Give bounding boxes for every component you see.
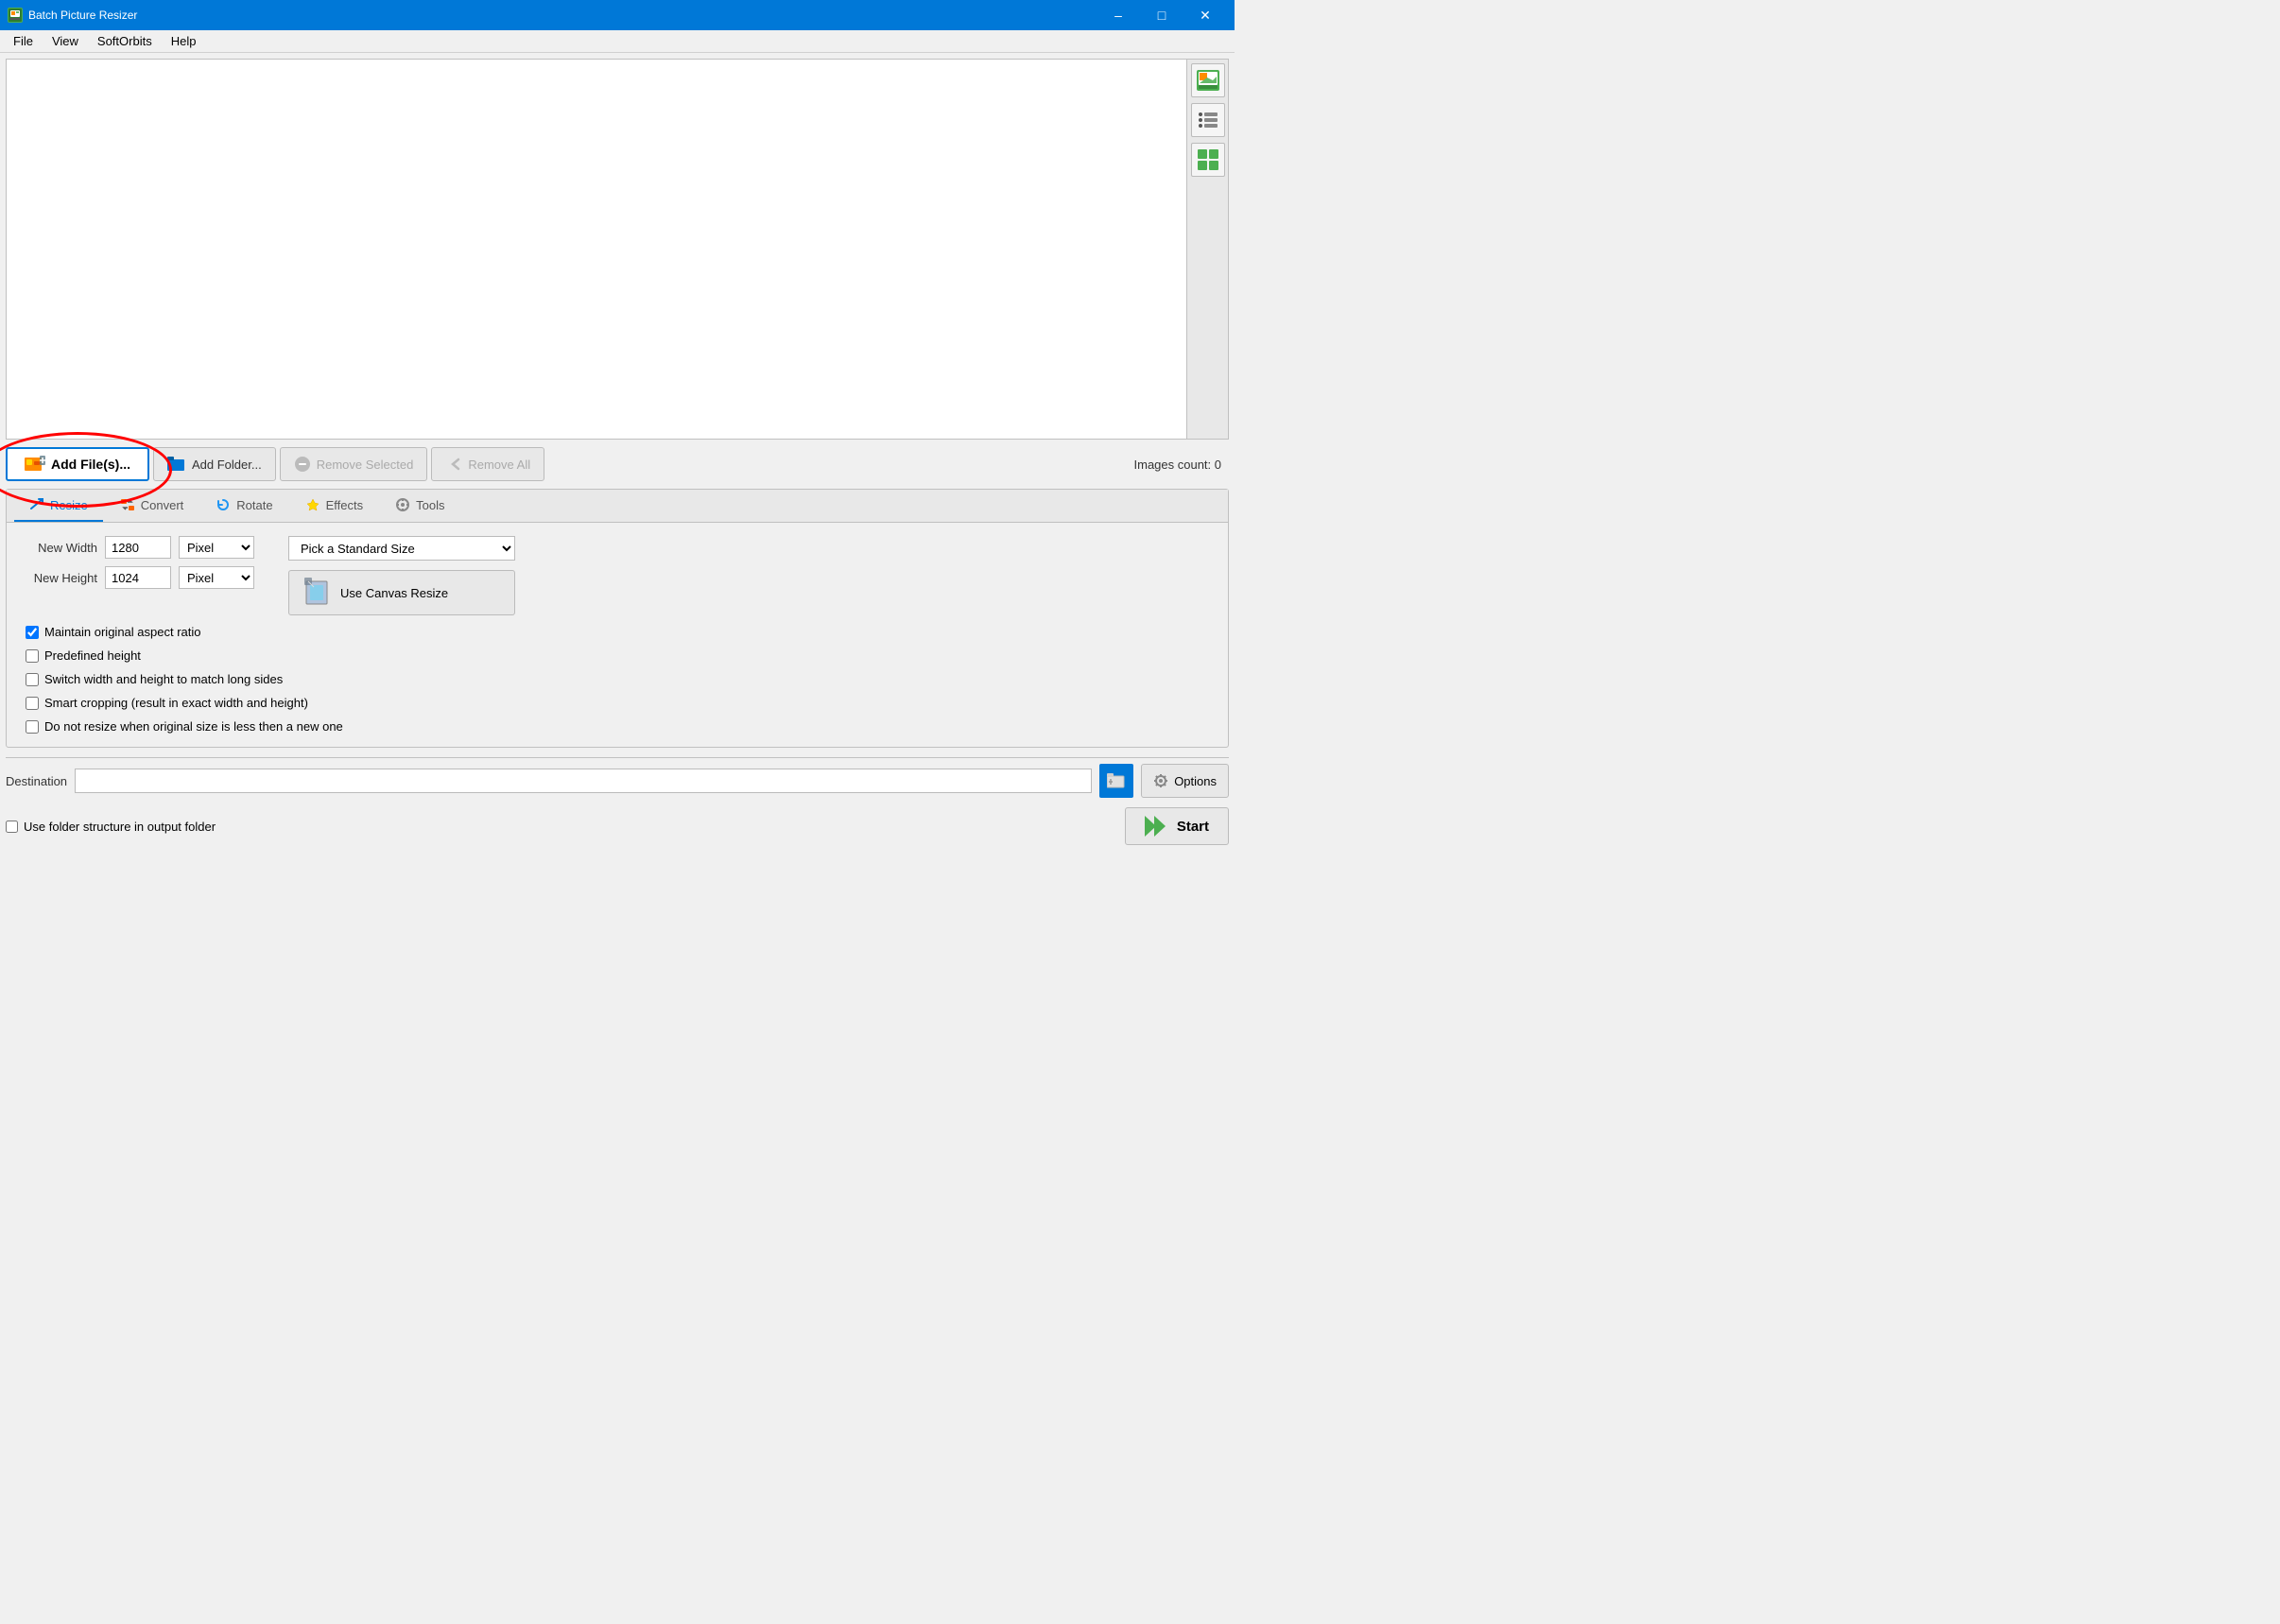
add-folder-icon — [167, 457, 186, 472]
do-not-resize-row: Do not resize when original size is less… — [22, 719, 1213, 734]
switch-dimensions-label: Switch width and height to match long si… — [44, 672, 283, 686]
remove-selected-icon — [294, 456, 311, 473]
destination-label: Destination — [6, 774, 67, 788]
width-unit-select[interactable]: Pixel Percent Centimeter Inch — [179, 536, 254, 559]
smart-cropping-row: Smart cropping (result in exact width an… — [22, 696, 1213, 710]
preview-area — [6, 59, 1229, 440]
images-count: Images count: 0 — [1134, 458, 1230, 472]
tabs-row: Resize Convert Rotate — [7, 490, 1228, 523]
preview-sidebar — [1186, 60, 1228, 439]
destination-input[interactable] — [75, 769, 1092, 793]
folder-structure-label: Use folder structure in output folder — [24, 820, 216, 834]
dims-and-standard: New Width Pixel Percent Centimeter Inch — [22, 536, 1213, 615]
switch-dimensions-row: Switch width and height to match long si… — [22, 672, 1213, 686]
add-file-icon — [25, 456, 45, 473]
main-container: Add File(s)... Add Folder... Remove Sele… — [0, 53, 1235, 851]
toolbar: Add File(s)... Add Folder... Remove Sele… — [6, 443, 1229, 485]
effects-tab-icon — [305, 497, 320, 512]
tab-tools[interactable]: Tools — [380, 490, 459, 522]
options-button[interactable]: Options — [1141, 764, 1229, 798]
add-folder-label: Add Folder... — [192, 458, 262, 472]
add-files-label: Add File(s)... — [51, 457, 130, 472]
do-not-resize-label: Do not resize when original size is less… — [44, 719, 343, 734]
menu-help[interactable]: Help — [162, 32, 206, 50]
switch-dimensions-checkbox[interactable] — [26, 673, 39, 686]
tools-tab-icon — [395, 497, 410, 512]
tab-resize[interactable]: Resize — [14, 490, 103, 522]
add-files-button[interactable]: Add File(s)... — [6, 447, 149, 481]
do-not-resize-checkbox[interactable] — [26, 720, 39, 734]
height-row: New Height Pixel Percent Centimeter Inch — [22, 566, 254, 589]
tabs-area: Resize Convert Rotate — [6, 489, 1229, 748]
start-label: Start — [1177, 819, 1209, 835]
title-bar-left: Batch Picture Resizer — [8, 8, 137, 23]
menu-softorbits[interactable]: SoftOrbits — [88, 32, 162, 50]
folder-structure-checkbox[interactable] — [6, 821, 18, 833]
convert-tab-icon — [120, 497, 135, 512]
browse-folder-icon — [1107, 773, 1126, 788]
sidebar-list-view-button[interactable] — [1191, 103, 1225, 137]
add-files-wrapper: Add File(s)... — [6, 447, 149, 481]
resize-tab-content: New Width Pixel Percent Centimeter Inch — [7, 523, 1228, 747]
remove-all-label: Remove All — [468, 458, 530, 472]
smart-cropping-label: Smart cropping (result in exact width an… — [44, 696, 308, 710]
height-input[interactable] — [105, 566, 171, 589]
predefined-height-checkbox[interactable] — [26, 649, 39, 663]
title-bar-title: Batch Picture Resizer — [28, 9, 137, 22]
resize-form: New Width Pixel Percent Centimeter Inch — [22, 536, 1213, 734]
width-row: New Width Pixel Percent Centimeter Inch — [22, 536, 254, 559]
title-bar: Batch Picture Resizer – □ ✕ — [0, 0, 1235, 30]
standard-size-select[interactable]: Pick a Standard Size 640x480 800x600 102… — [288, 536, 515, 561]
maintain-aspect-row: Maintain original aspect ratio — [22, 625, 1213, 639]
start-button[interactable]: Start — [1125, 807, 1229, 845]
sidebar-image-view-button[interactable] — [1191, 63, 1225, 97]
canvas-resize-icon — [304, 578, 333, 608]
tab-effects[interactable]: Effects — [290, 490, 379, 522]
menu-view[interactable]: View — [43, 32, 88, 50]
app-icon — [8, 8, 23, 23]
bottom-footer: Use folder structure in output folder St… — [6, 807, 1229, 845]
preview-content — [7, 60, 1186, 439]
canvas-resize-label: Use Canvas Resize — [340, 586, 448, 600]
dims-block: New Width Pixel Percent Centimeter Inch — [22, 536, 254, 589]
menu-bar: File View SoftOrbits Help — [0, 30, 1235, 53]
remove-selected-label: Remove Selected — [317, 458, 414, 472]
height-unit-select[interactable]: Pixel Percent Centimeter Inch — [179, 566, 254, 589]
remove-selected-button[interactable]: Remove Selected — [280, 447, 428, 481]
rotate-tab-icon — [216, 497, 231, 512]
maximize-button[interactable]: □ — [1140, 0, 1183, 30]
resize-tab-icon — [29, 497, 44, 512]
width-input[interactable] — [105, 536, 171, 559]
destination-browse-button[interactable] — [1099, 764, 1133, 798]
title-bar-controls: – □ ✕ — [1097, 0, 1227, 30]
height-label: New Height — [22, 571, 97, 585]
close-button[interactable]: ✕ — [1183, 0, 1227, 30]
tab-rotate[interactable]: Rotate — [200, 490, 287, 522]
sidebar-grid-view-button[interactable] — [1191, 143, 1225, 177]
maintain-aspect-label: Maintain original aspect ratio — [44, 625, 200, 639]
options-label: Options — [1174, 774, 1217, 788]
maintain-aspect-checkbox[interactable] — [26, 626, 39, 639]
destination-bar: Destination — [6, 757, 1229, 803]
predefined-height-row: Predefined height — [22, 648, 1213, 663]
options-gear-icon — [1153, 773, 1168, 788]
remove-all-button[interactable]: Remove All — [431, 447, 544, 481]
remove-all-icon — [445, 456, 462, 473]
menu-file[interactable]: File — [4, 32, 43, 50]
minimize-button[interactable]: – — [1097, 0, 1140, 30]
width-label: New Width — [22, 541, 97, 555]
folder-structure-row: Use folder structure in output folder — [6, 820, 216, 834]
predefined-height-label: Predefined height — [44, 648, 141, 663]
smart-cropping-checkbox[interactable] — [26, 697, 39, 710]
use-canvas-resize-button[interactable]: Use Canvas Resize — [288, 570, 515, 615]
tab-convert[interactable]: Convert — [105, 490, 199, 522]
start-icon — [1145, 816, 1171, 837]
add-folder-button[interactable]: Add Folder... — [153, 447, 276, 481]
